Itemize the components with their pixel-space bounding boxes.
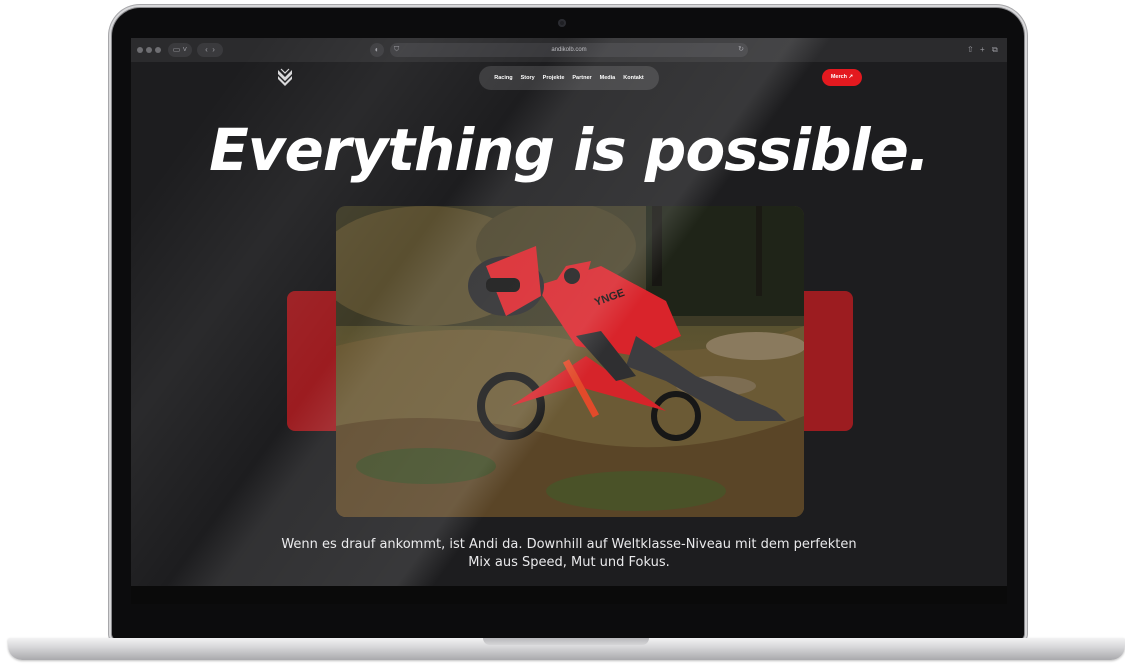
tab-overview-icon[interactable]: ⧉ [992,43,998,57]
browser-toolbar: ▭ ˅ ‹ › ◐ ⛉ andikolb.com ↻ ⇧ + ⧉ [131,38,1007,62]
hero-description: Wenn es drauf ankommt, ist Andi da. Down… [281,537,857,570]
new-tab-icon[interactable]: + [980,43,985,57]
downhill-rider-image: YNGE [336,206,804,517]
nav-item-media[interactable]: Media [600,75,616,81]
main-nav: Racing Story Projekte Partner Media Kont… [479,66,659,90]
back-icon[interactable]: ‹ [205,45,208,54]
reader-mode-button[interactable]: ◐ [370,43,384,57]
nav-item-projekte[interactable]: Projekte [543,75,565,81]
nav-item-kontakt[interactable]: Kontakt [623,75,643,81]
forward-icon[interactable]: › [212,45,215,54]
nav-item-partner[interactable]: Partner [572,75,591,81]
nav-item-racing[interactable]: Racing [494,75,512,81]
window-zoom-button[interactable] [155,47,161,53]
nav-item-story[interactable]: Story [521,75,535,81]
sidebar-icon: ▭ ˅ [172,45,188,54]
reload-icon[interactable]: ↻ [738,43,744,57]
history-buttons[interactable]: ‹ › [197,43,223,57]
merch-button[interactable]: Merch ↗ [822,69,862,86]
laptop-mockup: ▭ ˅ ‹ › ◐ ⛉ andikolb.com ↻ ⇧ + ⧉ Racing … [0,0,1125,664]
address-bar[interactable]: ⛉ andikolb.com ↻ [390,43,748,57]
contrast-icon: ◐ [374,45,380,54]
rider-photo: YNGE [336,206,804,517]
window-close-button[interactable] [137,47,143,53]
hero-title: Everything is possible. [209,116,930,184]
window-minimize-button[interactable] [146,47,152,53]
screen: ▭ ˅ ‹ › ◐ ⛉ andikolb.com ↻ ⇧ + ⧉ Racing … [131,38,1007,586]
camera [558,19,566,27]
address-url: andikolb.com [551,47,587,53]
laptop-notch [483,638,649,645]
screen-bezel-bottom [131,586,1007,604]
wing-chevron-logo[interactable] [277,68,293,88]
share-icon[interactable]: ⇧ [967,43,974,57]
sidebar-toggle-button[interactable]: ▭ ˅ [168,43,192,57]
